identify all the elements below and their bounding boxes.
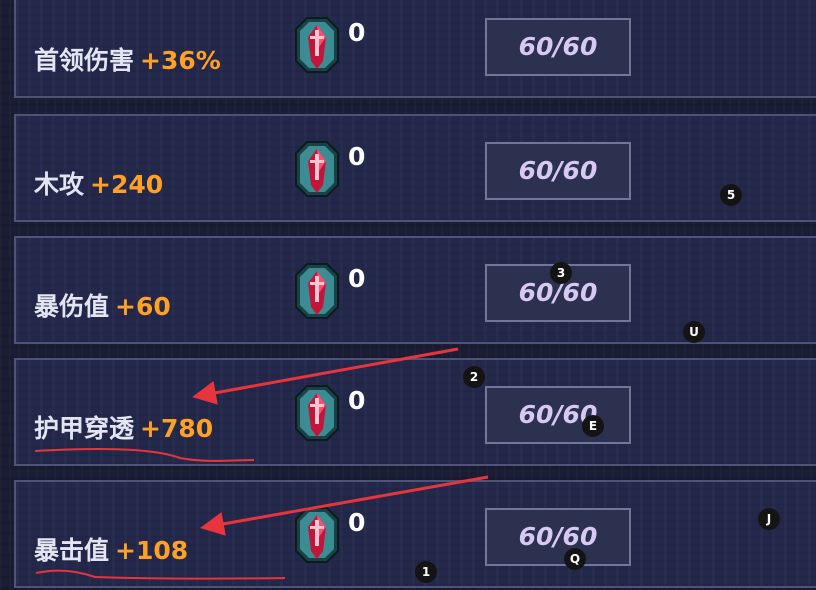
marker-1[interactable]: 1: [415, 561, 437, 583]
annotation-underline: [34, 447, 255, 462]
annotation-arrow: [200, 475, 489, 536]
marker-j[interactable]: J: [758, 508, 780, 530]
marker-2[interactable]: 2: [463, 366, 485, 388]
annotation-arrow: [192, 347, 459, 405]
marker-q[interactable]: Q: [564, 548, 586, 570]
marker-5[interactable]: 5: [720, 184, 742, 206]
marker-u[interactable]: U: [683, 321, 705, 343]
marker-e[interactable]: E: [582, 415, 604, 437]
annotation-overlay: [34, 347, 489, 580]
annotation-underline: [35, 569, 286, 580]
marker-3[interactable]: 3: [550, 262, 572, 284]
